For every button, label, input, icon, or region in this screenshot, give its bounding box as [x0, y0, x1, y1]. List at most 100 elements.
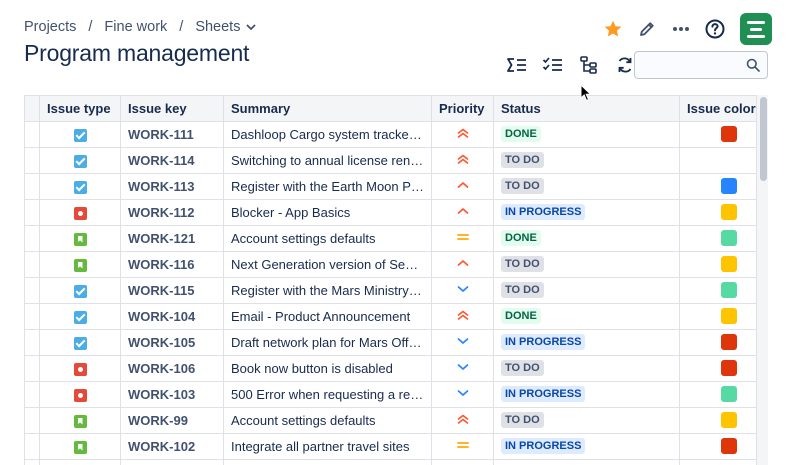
table-row[interactable]: WORK-105 Draft network plan for Mars Offi… [24, 329, 766, 356]
cell-issue-type[interactable] [39, 407, 121, 434]
checklist-button[interactable] [536, 52, 570, 78]
row-gutter[interactable] [24, 225, 40, 252]
cell-status[interactable]: TO DO [493, 251, 680, 278]
cell-status[interactable]: DONE [493, 303, 680, 330]
cell-issue-key[interactable]: WORK-106 [120, 355, 224, 382]
cell-issue-type[interactable] [39, 355, 121, 382]
cell-issue-type[interactable] [39, 381, 121, 408]
cell-issue-color[interactable] [679, 225, 766, 252]
cell-priority[interactable] [431, 199, 494, 226]
cell-summary[interactable]: Switching to annual license rene… [223, 147, 432, 174]
cell-issue-type[interactable] [39, 277, 121, 304]
table-row[interactable]: WORK-113 Register with the Earth Moon Po…… [24, 173, 766, 200]
cell-priority[interactable] [431, 121, 494, 148]
table-row[interactable]: WORK-112 Blocker - App Basics IN PROGRESS [24, 199, 766, 226]
row-gutter[interactable] [24, 303, 40, 330]
sum-button[interactable] [500, 52, 534, 78]
cell-issue-key[interactable]: WORK-111 [120, 121, 224, 148]
cell-status[interactable]: IN PROGRESS [493, 199, 680, 226]
row-gutter[interactable] [24, 277, 40, 304]
cell-priority[interactable] [431, 173, 494, 200]
cell-status[interactable]: TO DO [493, 277, 680, 304]
table-row[interactable]: WORK-106 Book now button is disabled TO DO [24, 355, 766, 382]
star-button[interactable] [596, 12, 630, 46]
cell-issue-key[interactable]: WORK-99 [120, 407, 224, 434]
hierarchy-button[interactable] [572, 52, 606, 78]
app-logo[interactable] [740, 13, 772, 45]
search-input[interactable] [635, 52, 735, 78]
cell-priority[interactable] [431, 459, 494, 465]
cell-issue-type[interactable] [39, 173, 121, 200]
table-row[interactable]: WORK-104 Email - Product Announcement DONE [24, 303, 766, 330]
cell-summary[interactable]: Email - Product Announcement [223, 303, 432, 330]
row-gutter[interactable] [24, 147, 40, 174]
row-gutter[interactable] [24, 251, 40, 278]
row-gutter[interactable] [24, 459, 40, 465]
vertical-scrollbar[interactable] [756, 95, 768, 465]
cell-issue-color[interactable] [679, 433, 766, 460]
cell-issue-key[interactable] [120, 459, 224, 465]
cell-priority[interactable] [431, 407, 494, 434]
cell-priority[interactable] [431, 277, 494, 304]
table-row[interactable]: WORK-99 Account settings defaults TO DO [24, 407, 766, 434]
cell-summary[interactable]: Register with the Earth Moon Po… [223, 173, 432, 200]
column-header-issue-color[interactable]: Issue color [679, 96, 766, 122]
cell-issue-type[interactable] [39, 459, 121, 465]
cell-issue-color[interactable] [679, 173, 766, 200]
cell-issue-color[interactable] [679, 121, 766, 148]
cell-summary[interactable]: Dashloop Cargo system tracker … [223, 121, 432, 148]
cell-status[interactable]: TO DO [493, 147, 680, 174]
table-row[interactable] [24, 459, 766, 465]
row-gutter[interactable] [24, 433, 40, 460]
cell-summary[interactable]: Draft network plan for Mars Office [223, 329, 432, 356]
row-gutter[interactable] [24, 355, 40, 382]
table-row[interactable]: WORK-116 Next Generation version of SeeS…… [24, 251, 766, 278]
cell-status[interactable]: IN PROGRESS [493, 433, 680, 460]
cell-priority[interactable] [431, 355, 494, 382]
cell-issue-color[interactable] [679, 147, 766, 174]
cell-issue-color[interactable] [679, 303, 766, 330]
row-gutter[interactable] [24, 407, 40, 434]
cell-priority[interactable] [431, 147, 494, 174]
cell-issue-key[interactable]: WORK-116 [120, 251, 224, 278]
help-button[interactable] [698, 12, 732, 46]
cell-issue-type[interactable] [39, 225, 121, 252]
row-gutter[interactable] [24, 329, 40, 356]
cell-priority[interactable] [431, 225, 494, 252]
cell-issue-key[interactable]: WORK-104 [120, 303, 224, 330]
table-row[interactable]: WORK-115 Register with the Mars Ministry … [24, 277, 766, 304]
cell-issue-type[interactable] [39, 303, 121, 330]
breadcrumb-fine-work[interactable]: Fine work [104, 19, 167, 35]
cell-issue-color[interactable] [679, 355, 766, 382]
table-row[interactable]: WORK-102 Integrate all partner travel sit… [24, 433, 766, 460]
cell-issue-color[interactable] [679, 381, 766, 408]
cell-issue-type[interactable] [39, 147, 121, 174]
cell-issue-color[interactable] [679, 407, 766, 434]
cell-issue-type[interactable] [39, 433, 121, 460]
breadcrumb-sheets[interactable]: Sheets [195, 19, 240, 35]
cell-status[interactable]: TO DO [493, 407, 680, 434]
cell-summary[interactable] [223, 459, 432, 465]
cell-status[interactable]: DONE [493, 225, 680, 252]
cell-summary[interactable]: Blocker - App Basics [223, 199, 432, 226]
breadcrumb-projects[interactable]: Projects [24, 19, 76, 35]
cell-issue-color[interactable] [679, 329, 766, 356]
chevron-down-icon[interactable] [246, 22, 256, 32]
cell-issue-key[interactable]: WORK-102 [120, 433, 224, 460]
cell-issue-key[interactable]: WORK-103 [120, 381, 224, 408]
cell-issue-key[interactable]: WORK-115 [120, 277, 224, 304]
cell-issue-color[interactable] [679, 277, 766, 304]
cell-priority[interactable] [431, 433, 494, 460]
column-header-summary[interactable]: Summary [223, 96, 432, 122]
cell-summary[interactable]: Next Generation version of SeeS… [223, 251, 432, 278]
cell-issue-type[interactable] [39, 121, 121, 148]
cell-priority[interactable] [431, 303, 494, 330]
cell-issue-type[interactable] [39, 329, 121, 356]
cell-priority[interactable] [431, 251, 494, 278]
cell-summary[interactable]: Register with the Mars Ministry … [223, 277, 432, 304]
cell-issue-key[interactable]: WORK-121 [120, 225, 224, 252]
row-gutter[interactable] [24, 199, 40, 226]
cell-priority[interactable] [431, 381, 494, 408]
cell-issue-type[interactable] [39, 199, 121, 226]
table-row[interactable]: WORK-121 Account settings defaults DONE [24, 225, 766, 252]
